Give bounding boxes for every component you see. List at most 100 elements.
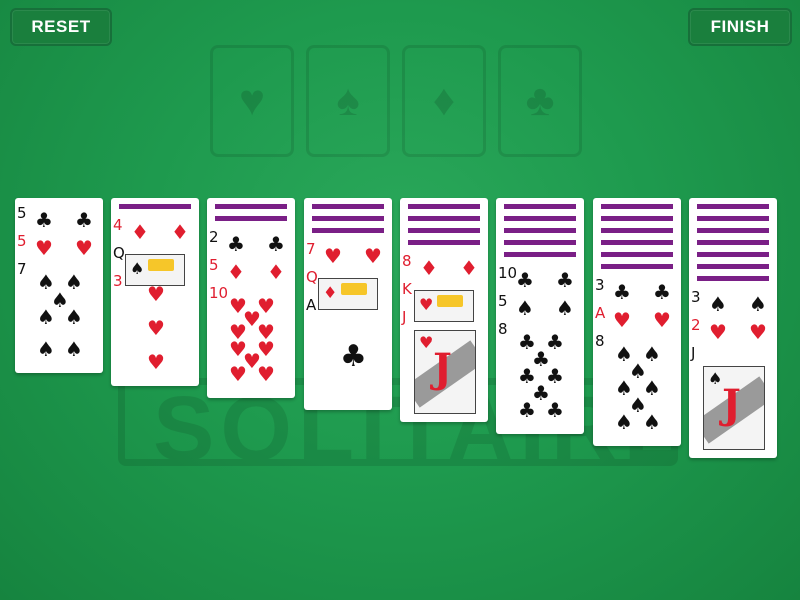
club-icon: ♣ <box>340 339 367 374</box>
heart-icon: ♥ <box>419 333 434 352</box>
card-K-of-heart[interactable]: K ♥ <box>400 280 488 322</box>
card-8-of-spade[interactable]: 8 ♠ ♠ ♠ ♠ ♠ ♠ ♠ ♠ <box>593 332 681 444</box>
crown-icon <box>341 283 367 295</box>
club-icon: ♣ <box>613 280 631 304</box>
card-stack: 7 ♥ ♥ Q ♦ A ♣ <box>304 198 392 410</box>
card-rank: 3 <box>595 276 605 294</box>
card-3-of-spade[interactable]: 3 ♠ ♠ <box>689 288 777 316</box>
finish-button[interactable]: FINISH <box>688 8 792 46</box>
card-stack: 10 ♣ ♣ 5 ♠ ♠ 8 ♣ ♣ ♣ ♣ ♣ ♣ ♣ ♣ <box>496 198 584 434</box>
card-4-of-diamond[interactable]: 4 ♦ ♦ <box>111 216 199 244</box>
card-8-of-club[interactable]: 8 ♣ ♣ ♣ ♣ ♣ ♣ ♣ ♣ <box>496 320 584 432</box>
face-down-card <box>504 216 576 221</box>
face-down-card <box>215 204 287 209</box>
card-stack: 4 ♦ ♦ Q ♠ 3 ♥ ♥ ♥ <box>111 198 199 386</box>
club-icon: ♣ <box>653 280 671 304</box>
face-down-card <box>697 252 769 257</box>
foundation-slot-diamond[interactable]: ♦ <box>402 45 486 157</box>
club-icon: ♣ <box>227 232 245 256</box>
face-down-card <box>697 216 769 221</box>
card-Q-of-spade[interactable]: Q ♠ <box>111 244 199 286</box>
spade-icon: ♠ <box>749 292 767 316</box>
face-down-card <box>504 240 576 245</box>
face-down-card <box>697 240 769 245</box>
diamond-icon: ♦ <box>420 256 438 280</box>
card-rank: 5 <box>498 292 508 310</box>
face-down-card <box>697 204 769 209</box>
diamond-icon: ♦ <box>131 220 149 244</box>
diamond-icon: ♦ <box>227 260 245 284</box>
spade-icon: ♠ <box>516 296 534 320</box>
card-J-of-spade[interactable]: J J ♠ <box>689 344 777 456</box>
spade-icon: ♠ <box>708 369 723 388</box>
card-7-of-spade[interactable]: 7 ♠ ♠ ♠ ♠ ♠ ♠ ♠ <box>15 260 103 373</box>
card-stack: 2 ♣ ♣ 5 ♦ ♦ 10 ♥ ♥ ♥ ♥ ♥ ♥ ♥ ♥ ♥ ♥ <box>207 198 295 398</box>
spade-icon: ♠ <box>65 304 83 329</box>
heart-icon: ♥ <box>653 308 671 332</box>
card-Q-of-diamond[interactable]: Q ♦ <box>304 268 392 310</box>
card-rank: 10 <box>498 264 518 282</box>
spade-icon: ♠ <box>336 76 360 125</box>
face-down-card <box>408 240 480 245</box>
card-J-of-heart[interactable]: J J ♥ <box>400 308 488 420</box>
card-3-of-club[interactable]: 3 ♣ ♣ <box>593 276 681 304</box>
face-down-card <box>697 228 769 233</box>
card-A-of-heart[interactable]: A ♥ ♥ <box>593 304 681 332</box>
heart-icon: ♥ <box>229 362 247 387</box>
club-icon: ♣ <box>518 398 536 423</box>
club-icon: ♣ <box>267 232 285 256</box>
card-2-of-club[interactable]: 2 ♣ ♣ <box>207 228 295 256</box>
foundation-slot-spade[interactable]: ♠ <box>306 45 390 157</box>
card-7-of-heart[interactable]: 7 ♥ ♥ <box>304 240 392 268</box>
diamond-icon: ♦ <box>460 256 478 280</box>
card-rank: 5 <box>209 256 219 274</box>
card-5-of-club[interactable]: 5 ♣ ♣ <box>15 204 103 232</box>
card-5-of-diamond[interactable]: 5 ♦ ♦ <box>207 256 295 284</box>
face-down-card <box>119 204 191 209</box>
card-rank: 5 <box>17 232 27 250</box>
face-down-card <box>601 240 673 245</box>
spade-icon: ♠ <box>709 292 727 316</box>
card-rank: 5 <box>17 204 27 222</box>
card-10-of-club[interactable]: 10 ♣ ♣ <box>496 264 584 292</box>
card-3-of-heart[interactable]: 3 ♥ ♥ ♥ <box>111 272 199 384</box>
foundation-slot-heart[interactable]: ♥ <box>210 45 294 157</box>
card-rank: J <box>402 308 407 326</box>
card-2-of-heart[interactable]: 2 ♥ ♥ <box>689 316 777 344</box>
card-5-of-spade[interactable]: 5 ♠ ♠ <box>496 292 584 320</box>
heart-icon: ♥ <box>147 316 165 340</box>
card-rank: Q <box>113 244 125 262</box>
card-stack: 3 ♠ ♠ 2 ♥ ♥ J J ♠ <box>689 198 777 458</box>
card-rank: 10 <box>209 284 229 302</box>
foundation-slot-club[interactable]: ♣ <box>498 45 582 157</box>
card-rank: J <box>691 344 696 362</box>
heart-icon: ♥ <box>147 350 165 375</box>
card-8-of-diamond[interactable]: 8 ♦ ♦ <box>400 252 488 280</box>
card-stack: 5 ♣ ♣ 5 ♥ ♥ 7 ♠ ♠ ♠ ♠ ♠ ♠ ♠ <box>15 198 103 373</box>
card-rank: K <box>402 280 412 298</box>
reset-button[interactable]: RESET <box>10 8 112 46</box>
card-A-of-club[interactable]: A ♣ <box>304 296 392 408</box>
card-10-of-heart[interactable]: 10 ♥ ♥ ♥ ♥ ♥ ♥ ♥ ♥ ♥ ♥ <box>207 284 295 396</box>
card-rank: Q <box>306 268 318 286</box>
card-5-of-heart[interactable]: 5 ♥ ♥ <box>15 232 103 260</box>
heart-icon: ♥ <box>147 281 165 306</box>
heart-icon: ♥ <box>238 76 266 125</box>
face-card-art: J ♠ <box>703 366 765 450</box>
spade-icon: ♠ <box>556 296 574 320</box>
heart-icon: ♥ <box>257 362 275 387</box>
heart-icon: ♥ <box>324 244 342 268</box>
face-down-card <box>504 252 576 257</box>
spade-icon: ♠ <box>37 304 55 329</box>
card-rank: 8 <box>595 332 605 350</box>
jack-emblem-icon: J <box>433 345 452 392</box>
card-rank: 4 <box>113 216 123 234</box>
club-icon: ♣ <box>556 268 574 292</box>
heart-icon: ♥ <box>75 236 93 260</box>
face-down-card <box>504 228 576 233</box>
card-rank: 3 <box>113 272 123 290</box>
face-down-card <box>408 216 480 221</box>
face-down-card <box>312 204 384 209</box>
heart-icon: ♥ <box>613 308 631 332</box>
face-down-card <box>601 228 673 233</box>
